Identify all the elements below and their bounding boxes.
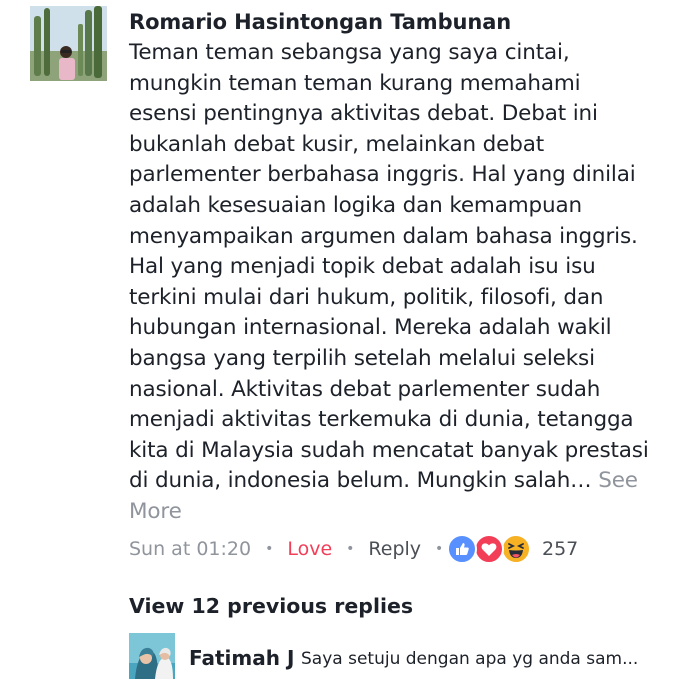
- avatar[interactable]: [30, 6, 107, 81]
- reply-text[interactable]: Saya setuju dengan apa yg anda sam...: [301, 649, 638, 669]
- comment-text: Teman teman sebangsa yang saya cintai, m…: [129, 38, 649, 528]
- comment-line: menjadi aktivitas terkemuka di dunia, te…: [129, 407, 634, 433]
- reply-author[interactable]: Fatimah J: [189, 646, 294, 670]
- comment-line: terkini mulai dari hukum, politik, filos…: [129, 284, 604, 310]
- separator-dot: •: [265, 541, 274, 557]
- like-icon: [447, 534, 477, 564]
- separator-dot: •: [346, 541, 355, 557]
- comment-line: bukanlah debat kusir, melainkan debat: [129, 131, 545, 157]
- comment-line: bangsa yang terpilih setelah melalui sel…: [129, 345, 595, 371]
- profile-photo: [30, 6, 107, 81]
- comment-line: hubungan internasional. Mereka adalah wa…: [129, 315, 612, 341]
- view-previous-replies-link[interactable]: View 12 previous replies: [129, 594, 413, 618]
- reaction-count: 257: [542, 538, 579, 560]
- reply-button[interactable]: Reply: [368, 538, 421, 560]
- comment-thread: Romario Hasintongan Tambunan Teman teman…: [0, 0, 680, 680]
- reply-avatar[interactable]: [129, 633, 175, 679]
- comment-actions: Sun at 01:20 • Love • Reply •: [129, 534, 457, 564]
- comment-line: esensi pentingnya aktivitas debat. Debat…: [129, 101, 598, 127]
- comment-timestamp[interactable]: Sun at 01:20: [129, 538, 251, 560]
- love-reaction-button[interactable]: Love: [287, 538, 332, 560]
- comment-line: adalah kesesuaian logika dan kemampuan: [129, 192, 583, 218]
- comment-author[interactable]: Romario Hasintongan Tambunan: [129, 10, 511, 34]
- comment-line: di dunia, indonesia belum. Mungkin salah…: [129, 468, 592, 494]
- separator-dot: •: [435, 541, 444, 557]
- haha-icon: [501, 534, 531, 564]
- reaction-summary[interactable]: 257: [447, 533, 578, 565]
- comment-line: menyampaikan argumen dalam bahasa inggri…: [129, 223, 638, 249]
- comment-line: Hal yang menjadi topik debat adalah isu …: [129, 254, 596, 280]
- comment-line: parlementer berbahasa inggris. Hal yang …: [129, 162, 636, 188]
- comment-line: nasional. Aktivitas debat parlementer su…: [129, 376, 601, 402]
- comment-line: Teman teman sebangsa yang saya cintai,: [129, 40, 570, 65]
- love-icon: [474, 534, 504, 564]
- comment-line: mungkin teman teman kurang memahami: [129, 70, 581, 96]
- reply-profile-photo: [129, 633, 175, 679]
- comment-line: kita di Malaysia sudah mencatat banyak p…: [129, 437, 649, 463]
